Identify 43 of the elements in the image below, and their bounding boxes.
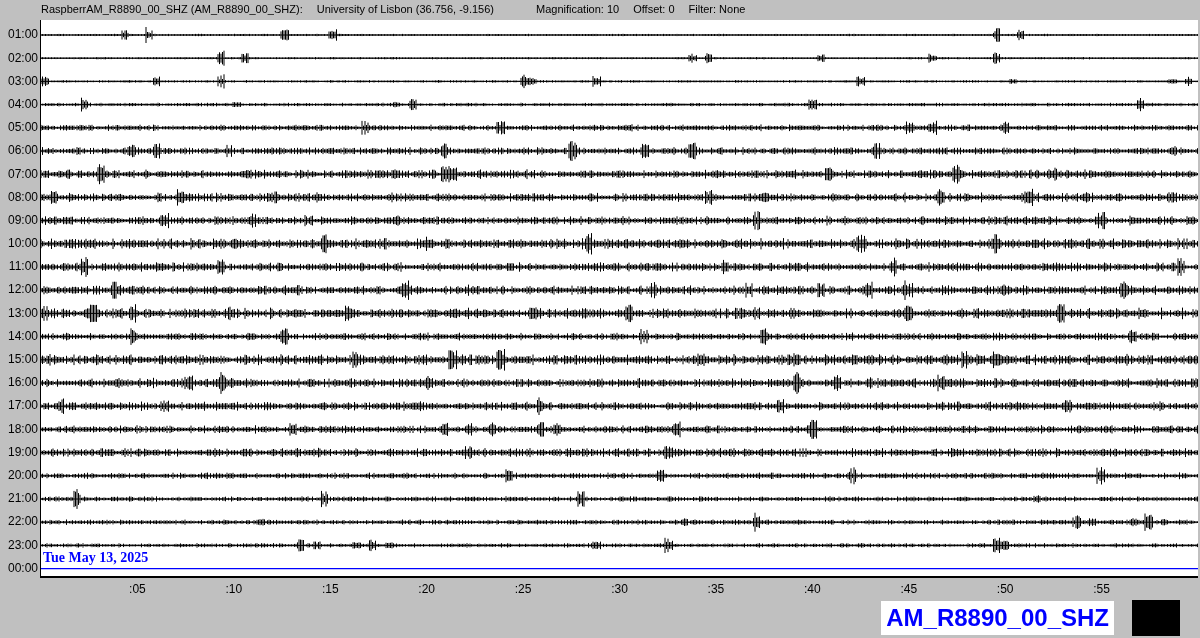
hour-label: 10:00 <box>6 235 39 253</box>
hour-label: 17:00 <box>6 397 39 415</box>
minute-tick-label: :05 <box>129 582 146 596</box>
hour-label: 09:00 <box>6 211 39 229</box>
hour-label: 18:00 <box>6 420 39 438</box>
hour-label: 04:00 <box>6 95 39 113</box>
hour-label: 23:00 <box>6 536 39 554</box>
filter-text: Filter: None <box>688 3 746 15</box>
legend-swatch <box>1132 600 1180 636</box>
hour-label: 19:00 <box>6 443 39 461</box>
magnification-text: Magnification: 10 <box>536 3 620 15</box>
hour-label: 05:00 <box>6 119 39 137</box>
minute-tick-label: :45 <box>900 582 918 596</box>
hour-label: 11:00 <box>7 258 39 276</box>
hour-label: 22:00 <box>6 513 39 531</box>
location-text: University of Lisbon (36.756, -9.156) <box>316 3 494 15</box>
hour-label: 02:00 <box>6 49 39 67</box>
hour-label: 08:00 <box>6 188 39 206</box>
station-name: RaspberrAM_R8890_00_SHZ (AM_R8890_00_SHZ): <box>41 3 303 15</box>
minute-tick-label: :35 <box>707 582 725 596</box>
hour-label: 06:00 <box>6 142 39 160</box>
minute-tick-label: :15 <box>321 582 339 596</box>
hour-label: 01:00 <box>6 26 39 44</box>
hour-label: 07:00 <box>6 165 39 183</box>
minute-tick-label: :25 <box>514 582 532 596</box>
hour-label: 00:00 <box>6 559 39 577</box>
hour-label: 20:00 <box>6 466 39 484</box>
station-label: AM_R8890_00_SHZ <box>881 601 1114 635</box>
offset-text: Offset: 0 <box>633 3 675 15</box>
hour-label: 21:00 <box>6 490 39 508</box>
minute-tick-label: :55 <box>1093 582 1110 596</box>
hour-label: 03:00 <box>6 72 39 90</box>
minute-tick-label: :30 <box>611 582 628 596</box>
hour-label: 16:00 <box>6 374 39 392</box>
hour-label: 15:00 <box>6 351 39 368</box>
hour-label: 14:00 <box>6 327 39 345</box>
hour-label: 12:00 <box>6 281 39 299</box>
minute-tick-label: :20 <box>418 582 435 596</box>
date-label: Tue May 13, 2025 <box>43 550 149 566</box>
minute-tick-label: :10 <box>225 582 243 596</box>
hour-label: 13:00 <box>6 304 39 322</box>
minute-tick-label: :50 <box>996 582 1014 596</box>
minute-tick-label: :40 <box>804 582 821 596</box>
